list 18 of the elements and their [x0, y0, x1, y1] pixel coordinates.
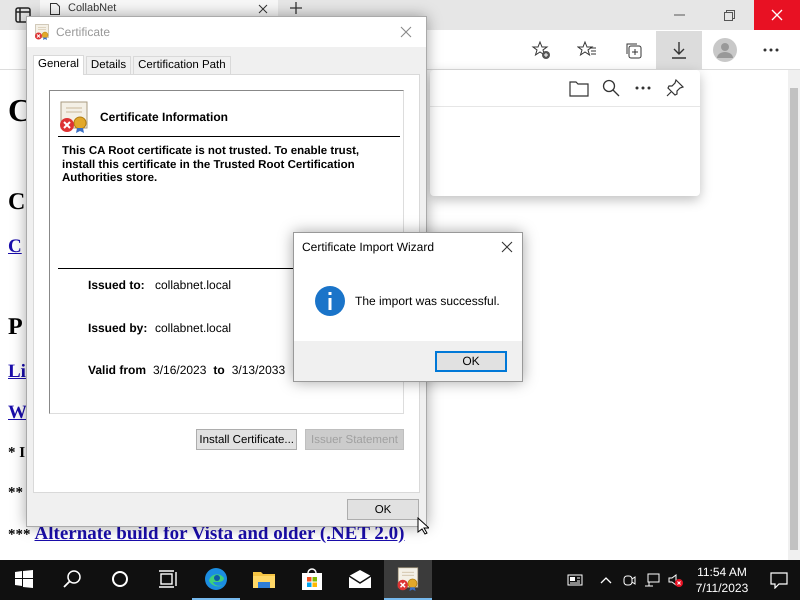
field-value: collabnet.local: [155, 278, 232, 292]
warning-message: This CA Root certificate is not trusted. To enable trust, install this certificate in the Trusted Root Certification Authorities store.: [62, 145, 360, 186]
section-heading: Certificate Information: [100, 110, 228, 124]
section-heading: C: [8, 189, 26, 215]
field-label: Valid from: [88, 362, 146, 376]
field-value: 3/16/2023: [153, 362, 206, 376]
note-text: * I: [8, 445, 26, 461]
tab-title: CollabNet: [68, 2, 118, 14]
message-text: The import was successful.: [355, 294, 500, 308]
field-value: collabnet.local: [155, 320, 232, 334]
field-label: Issued to:: [88, 278, 146, 292]
note-text: ***: [8, 527, 30, 543]
field-label: to: [213, 362, 225, 376]
note-text: **: [8, 485, 23, 501]
section-heading: P: [8, 314, 23, 340]
window-title: Certificate Import Wizard: [302, 240, 436, 254]
field-value: 3/13/2033: [232, 362, 286, 376]
field-label: Issued by:: [88, 320, 148, 334]
